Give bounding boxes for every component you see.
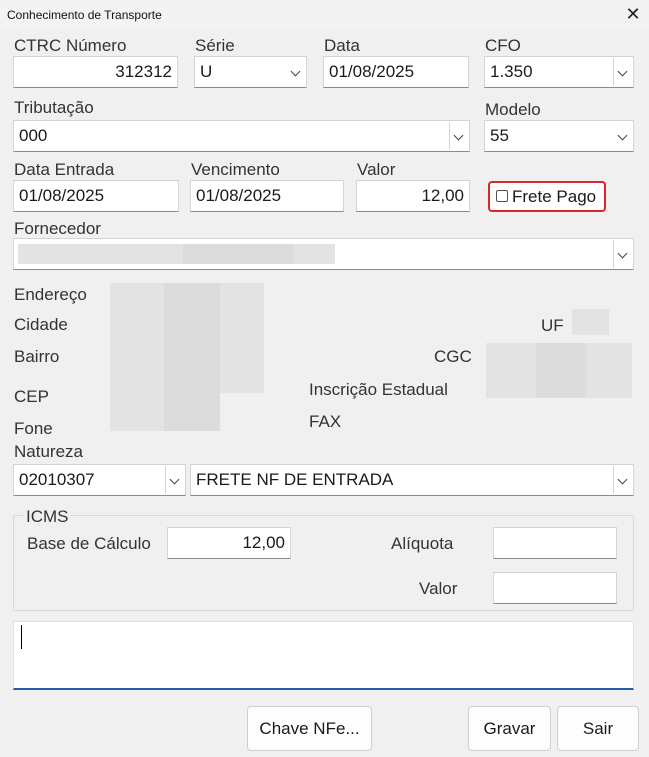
tributacao-value: 000 xyxy=(19,126,48,145)
base-calculo-label: Base de Cálculo xyxy=(27,534,151,553)
data-label: Data xyxy=(324,36,360,55)
checkbox-icon[interactable] xyxy=(496,190,508,203)
fax-label: FAX xyxy=(309,412,342,431)
serie-value: U xyxy=(200,62,213,81)
text-caret xyxy=(21,625,22,649)
redacted-block xyxy=(293,244,335,264)
ctrc-number-field[interactable]: 312312 xyxy=(13,56,178,88)
observation-memo[interactable] xyxy=(13,621,634,690)
endereco-label: Endereço xyxy=(14,285,87,304)
redacted-block xyxy=(536,343,586,398)
natureza-desc-value: FRETE NF DE ENTRADA xyxy=(196,470,394,489)
fornecedor-label: Fornecedor xyxy=(14,219,101,238)
natureza-code-select[interactable]: 02010307 xyxy=(13,464,186,496)
chevron-down-icon[interactable] xyxy=(613,466,632,494)
gravar-button[interactable]: Gravar xyxy=(468,706,551,751)
natureza-code-value: 02010307 xyxy=(19,470,95,489)
natureza-label: Natureza xyxy=(14,442,83,461)
cfo-select[interactable]: 1.350 xyxy=(484,56,634,88)
modelo-select[interactable]: 55 xyxy=(484,120,634,152)
frete-pago-checkbox[interactable]: Frete Pago xyxy=(488,181,606,212)
chevron-down-icon[interactable] xyxy=(449,122,468,150)
inscricao-label: Inscrição Estadual xyxy=(309,380,448,399)
icms-valor-label: Valor xyxy=(419,579,458,598)
chevron-down-icon[interactable] xyxy=(165,466,184,494)
redacted-block xyxy=(486,343,536,398)
ctrc-label: CTRC Número xyxy=(14,36,127,55)
window-title: Conhecimento de Transporte xyxy=(7,8,162,22)
modelo-label: Modelo xyxy=(485,100,541,119)
modelo-value: 55 xyxy=(490,126,509,145)
cidade-label: Cidade xyxy=(14,315,68,334)
data-entrada-field[interactable]: 01/08/2025 xyxy=(13,180,179,212)
icms-group-title: ICMS xyxy=(24,507,71,527)
chevron-down-icon[interactable] xyxy=(613,240,632,268)
serie-label: Série xyxy=(195,36,235,55)
vencimento-label: Vencimento xyxy=(191,160,280,179)
frete-pago-label: Frete Pago xyxy=(512,187,597,206)
uf-label: UF xyxy=(541,316,564,335)
tributacao-select[interactable]: 000 xyxy=(13,120,470,152)
redacted-block xyxy=(18,244,183,264)
data-entrada-label: Data Entrada xyxy=(14,160,115,179)
cfo-label: CFO xyxy=(485,36,521,55)
data-field[interactable]: 01/08/2025 xyxy=(323,56,469,88)
bairro-label: Bairro xyxy=(14,347,60,366)
chevron-down-icon[interactable] xyxy=(287,58,305,86)
cgc-label: CGC xyxy=(434,347,472,366)
valor-field[interactable]: 12,00 xyxy=(356,180,470,212)
close-icon[interactable]: ✕ xyxy=(622,3,644,25)
natureza-desc-select[interactable]: FRETE NF DE ENTRADA xyxy=(190,464,634,496)
cfo-value: 1.350 xyxy=(490,62,533,81)
chevron-down-icon[interactable] xyxy=(614,122,632,150)
redacted-block xyxy=(183,244,293,264)
tributacao-label: Tributação xyxy=(14,98,94,117)
chave-nfe-button[interactable]: Chave NFe... xyxy=(247,706,372,751)
fone-label: Fone xyxy=(14,419,53,438)
vencimento-field[interactable]: 01/08/2025 xyxy=(190,180,344,212)
redacted-block xyxy=(110,283,164,431)
base-calculo-field[interactable]: 12,00 xyxy=(167,527,291,559)
redacted-block xyxy=(572,309,609,335)
redacted-block xyxy=(586,343,632,398)
cep-label: CEP xyxy=(14,387,49,406)
aliquota-field[interactable] xyxy=(493,527,617,559)
aliquota-label: Alíquota xyxy=(391,534,454,553)
icms-valor-field[interactable] xyxy=(493,572,617,604)
redacted-block xyxy=(164,283,220,431)
sair-button[interactable]: Sair xyxy=(557,706,639,751)
chevron-down-icon[interactable] xyxy=(613,58,632,86)
redacted-block xyxy=(220,283,264,393)
valor-label: Valor xyxy=(357,160,396,179)
serie-select[interactable]: U xyxy=(194,56,307,88)
